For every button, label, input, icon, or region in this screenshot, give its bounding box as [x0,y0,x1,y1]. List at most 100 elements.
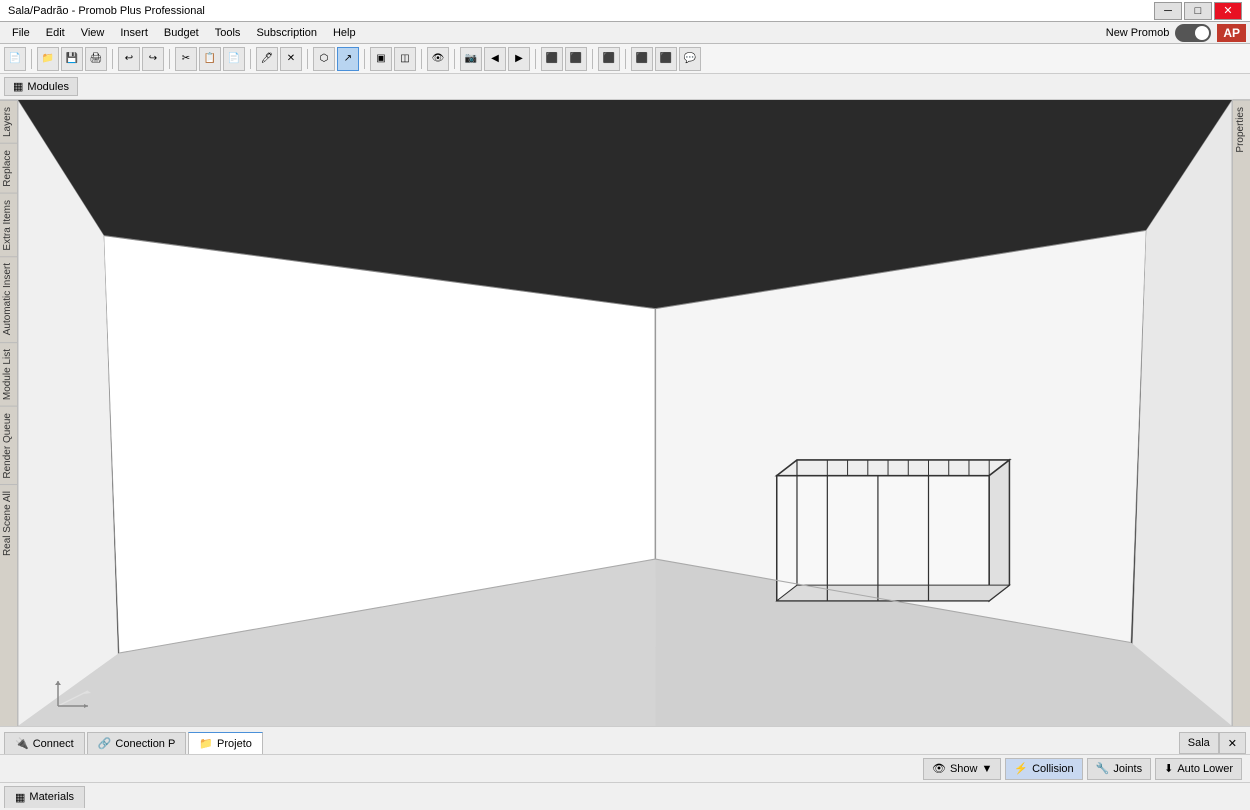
modules-label: Modules [27,81,69,93]
statusbar-right: 👁 Show ▼ ⚡ Collision 🔧 Joints ⬇ Auto Low… [923,758,1242,780]
sidebar-tab-properties[interactable]: Properties [1233,100,1250,159]
tb-shape2[interactable]: ↗ [337,47,359,71]
joints-label: Joints [1113,763,1142,775]
sep8 [454,49,455,69]
tab-conection-p[interactable]: 🔗 Conection P [87,732,187,754]
sidebar-tab-render-queue[interactable]: Render Queue [0,406,17,485]
tb-copy[interactable]: 📋 [199,47,221,71]
tab-connect-label: Connect [33,738,74,750]
projeto-icon: 📁 [199,737,213,750]
modules-bar: ▦ Modules [0,74,1250,100]
tb-obj1[interactable]: ⬛ [541,47,563,71]
sidebar-tab-auto-insert[interactable]: Automatic Insert [0,256,17,341]
window-title: Sala/Padrão - Promob Plus Professional [8,5,205,17]
collision-label: Collision [1032,763,1074,775]
new-promob-label: New Promob [1106,27,1170,39]
modules-icon: ▦ [13,80,23,93]
sidebar-tab-real-scene[interactable]: Real Scene All [0,484,17,562]
sidebar-tab-layers[interactable]: Layers [0,100,17,143]
tb-obj2[interactable]: ⬛ [565,47,587,71]
tb-save[interactable]: 💾 [61,47,83,71]
collision-button[interactable]: ⚡ Collision [1005,758,1082,780]
tb-paint[interactable]: 🖊 [256,47,278,71]
menu-help[interactable]: Help [325,25,364,41]
close-tab-icon: ✕ [1228,737,1237,750]
auto-lower-button[interactable]: ⬇ Auto Lower [1155,758,1242,780]
sidebar-tab-extra-items[interactable]: Extra Items [0,193,17,257]
left-sidebar: Layers Replace Extra Items Automatic Ins… [0,100,18,726]
tb-print[interactable]: 🖨 [85,47,107,71]
axes-svg [48,666,108,716]
tb-settings1[interactable]: ⬛ [631,47,653,71]
window-controls: ─ □ ✕ [1154,2,1242,20]
close-button[interactable]: ✕ [1214,2,1242,20]
minimize-button[interactable]: ─ [1154,2,1182,20]
collision-icon: ⚡ [1014,762,1028,775]
materials-tab[interactable]: ▦ Materials [4,786,85,808]
ap-button[interactable]: AP [1217,24,1246,42]
tb-nav-fwd[interactable]: ▶ [508,47,530,71]
tb-new[interactable]: 📄 [4,47,26,71]
tb-paste[interactable]: 📄 [223,47,245,71]
room-svg [18,100,1232,726]
menu-view[interactable]: View [73,25,113,41]
tab-projeto-label: Projeto [217,738,252,750]
tb-measure[interactable]: ◫ [394,47,416,71]
show-arrow: ▼ [982,763,993,775]
sala-button[interactable]: Sala [1179,732,1219,754]
close-tab-button[interactable]: ✕ [1219,732,1246,754]
new-promob-toggle[interactable] [1175,24,1211,42]
sep7 [421,49,422,69]
sep3 [169,49,170,69]
new-promob-area: New Promob AP [1106,24,1246,42]
sala-label: Sala [1188,737,1210,749]
sidebar-tab-replace[interactable]: Replace [0,143,17,193]
materials-icon: ▦ [15,791,25,804]
tb-undo[interactable]: ↩ [118,47,140,71]
maximize-button[interactable]: □ [1184,2,1212,20]
tb-cut[interactable]: ✂ [175,47,197,71]
conection-icon: 🔗 [98,737,112,750]
sep4 [250,49,251,69]
titlebar: Sala/Padrão - Promob Plus Professional ─… [0,0,1250,22]
tb-settings2[interactable]: ⬛ [655,47,677,71]
modules-button[interactable]: ▦ Modules [4,77,78,96]
joints-icon: 🔧 [1096,762,1110,775]
joints-button[interactable]: 🔧 Joints [1087,758,1151,780]
tb-redo[interactable]: ↪ [142,47,164,71]
sidebar-tab-module-list[interactable]: Module List [0,342,17,406]
menubar: File Edit View Insert Budget Tools Subsc… [0,22,1250,44]
viewport[interactable] [18,100,1232,726]
tb-shape1[interactable]: ⬡ [313,47,335,71]
show-button[interactable]: 👁 Show ▼ [923,758,1001,780]
main-layout: Layers Replace Extra Items Automatic Ins… [0,100,1250,726]
auto-lower-label: Auto Lower [1177,763,1233,775]
sep6 [364,49,365,69]
tab-projeto[interactable]: 📁 Projeto [188,732,263,754]
sep10 [592,49,593,69]
tab-connect[interactable]: 🔌 Connect [4,732,85,754]
axes-indicator [48,666,98,706]
sep11 [625,49,626,69]
connect-icon: 🔌 [15,737,29,750]
tb-nav-back[interactable]: ◀ [484,47,506,71]
menu-subscription[interactable]: Subscription [248,25,325,41]
tb-camera[interactable]: 📷 [460,47,482,71]
sep5 [307,49,308,69]
tb-group[interactable]: ⬛ [598,47,620,71]
toolbar: 📄 📁 💾 🖨 ↩ ↪ ✂ 📋 📄 🖊 ✕ ⬡ ↗ ▣ ◫ 👁 📷 ◀ ▶ ⬛ … [0,44,1250,74]
right-sidebar: Properties [1232,100,1250,726]
menu-insert[interactable]: Insert [112,25,156,41]
tb-open[interactable]: 📁 [37,47,59,71]
tb-settings3[interactable]: 💬 [679,47,701,71]
tb-view3d[interactable]: 👁 [427,47,449,71]
menu-tools[interactable]: Tools [207,25,249,41]
menu-file[interactable]: File [4,25,38,41]
tb-room[interactable]: ▣ [370,47,392,71]
sep9 [535,49,536,69]
tb-delete[interactable]: ✕ [280,47,302,71]
sep2 [112,49,113,69]
show-icon: 👁 [932,762,946,775]
menu-budget[interactable]: Budget [156,25,207,41]
menu-edit[interactable]: Edit [38,25,73,41]
